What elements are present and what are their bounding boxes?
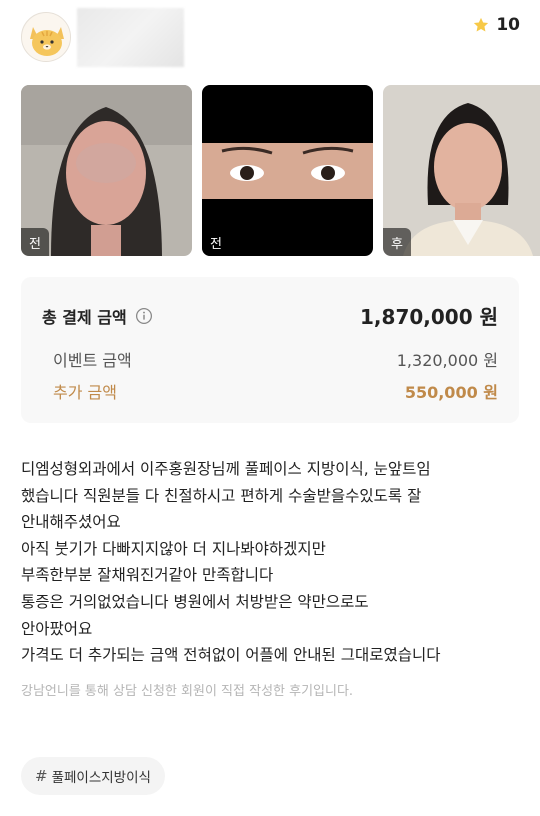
before-photo-2[interactable]: 전	[202, 85, 373, 256]
total-price-row: 총 결제 금액 1,870,000 원	[42, 301, 498, 330]
photo-tag: 전	[21, 228, 49, 256]
total-price-label-group: 총 결제 금액	[42, 304, 153, 328]
review-line: 안아팠어요	[21, 619, 93, 638]
total-price-value: 1,870,000 원	[360, 305, 498, 329]
rating-value: 10	[496, 15, 520, 35]
hashtag-chip[interactable]: # 풀페이스지방이식	[21, 757, 165, 795]
star-icon	[474, 17, 489, 32]
event-price-row: 이벤트 금액 1,320,000 원	[42, 347, 498, 371]
info-circle-icon[interactable]	[135, 307, 153, 325]
review-line: 안내해주셨어요	[21, 513, 121, 532]
review-line: 통증은 거의없었습니다 병원에서 처방받은 약만으로도	[21, 592, 369, 611]
payment-summary: 총 결제 금액 1,870,000 원 이벤트 금액 1,320,000 원 추…	[21, 277, 519, 423]
photo-tag: 후	[383, 228, 411, 256]
blurred-username	[77, 8, 184, 67]
review-body: 디엠성형외과에서 이주홍원장님께 풀페이스 지방이식, 눈앞트임 했습니다 직원…	[21, 456, 521, 669]
extra-price-row: 추가 금액 550,000 원	[42, 379, 498, 403]
hash-icon: #	[35, 767, 48, 785]
extra-price-value: 550,000 원	[404, 383, 498, 402]
cat-face-icon[interactable]	[21, 12, 71, 62]
extra-price-label: 추가 금액	[53, 383, 117, 402]
review-line: 부족한부분 잘채워진거같아 만족합니다	[21, 566, 274, 585]
hashtag-label: 풀페이스지방이식	[51, 770, 151, 786]
total-price-label: 총 결제 금액	[42, 307, 127, 327]
photo-tag: 전	[202, 228, 230, 256]
review-line: 했습니다 직원분들 다 친절하시고 편하게 수술받을수있도록 잘	[21, 486, 422, 505]
event-price-value: 1,320,000 원	[396, 351, 498, 370]
rating: 10	[472, 14, 520, 36]
photo-gallery: 전 전 후	[21, 85, 540, 256]
before-photo-1[interactable]: 전	[21, 85, 192, 256]
review-line: 디엠성형외과에서 이주홍원장님께 풀페이스 지방이식, 눈앞트임	[21, 460, 431, 478]
review-line: 아직 붓기가 다빠지지않아 더 지나봐야하겠지만	[21, 539, 326, 558]
review-disclaimer: 강남언니를 통해 상담 신청한 회원이 직접 작성한 후기입니다.	[21, 684, 354, 699]
review-line: 가격도 더 추가되는 금액 전혀없이 어플에 안내된 그대로였습니다	[21, 646, 441, 665]
event-price-label: 이벤트 금액	[53, 351, 132, 370]
review-header: 10	[0, 0, 540, 80]
after-photo[interactable]: 후	[383, 85, 540, 256]
